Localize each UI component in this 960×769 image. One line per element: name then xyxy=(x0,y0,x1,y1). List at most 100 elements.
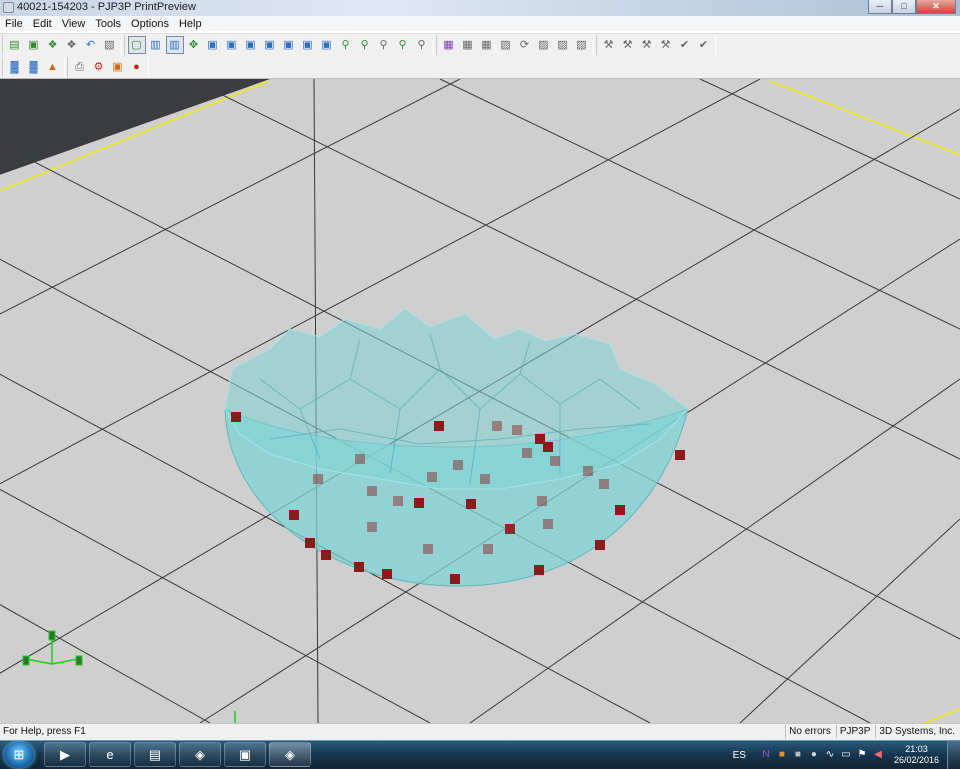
support-point[interactable] xyxy=(367,522,377,532)
action-center-icon[interactable]: ⚑ xyxy=(856,749,868,761)
support-point[interactable] xyxy=(492,421,502,431)
remove-model-button[interactable]: ❖ xyxy=(63,36,81,54)
support-point[interactable] xyxy=(599,479,609,489)
support-point[interactable] xyxy=(313,474,323,484)
support-point[interactable] xyxy=(534,565,544,575)
support-point[interactable] xyxy=(393,496,403,506)
minimize-button[interactable]: ─ xyxy=(868,0,892,14)
support-auto-button[interactable]: ⚒ xyxy=(600,36,618,54)
support-point[interactable] xyxy=(367,486,377,496)
close-button[interactable]: ✕ xyxy=(916,0,956,14)
support-line-button[interactable]: ⚒ xyxy=(657,36,675,54)
security-icon[interactable]: ■ xyxy=(792,749,804,761)
menu-help[interactable]: Help xyxy=(174,18,207,30)
support-point[interactable] xyxy=(522,448,532,458)
language-indicator[interactable]: ES xyxy=(733,750,746,761)
onenote-icon[interactable]: N xyxy=(760,749,772,761)
color-palette-button[interactable]: ▦ xyxy=(440,36,458,54)
menu-edit[interactable]: Edit xyxy=(28,18,57,30)
show-desktop-button[interactable] xyxy=(947,741,960,769)
taskbar-internet-explorer[interactable]: e xyxy=(89,742,131,767)
build-platform-scene[interactable] xyxy=(0,79,960,723)
support-edit-button[interactable]: ⚒ xyxy=(619,36,637,54)
view-front-button[interactable]: ▣ xyxy=(242,36,260,54)
support-point[interactable] xyxy=(354,562,364,572)
chat-icon[interactable]: ● xyxy=(808,749,820,761)
title-bar[interactable]: 40021-154203 - PJP3P PrintPreview ─ □ ✕ xyxy=(0,0,960,17)
support-point[interactable] xyxy=(543,519,553,529)
zoom-out-button[interactable]: ⚲ xyxy=(356,36,374,54)
view-left-button[interactable]: ▣ xyxy=(280,36,298,54)
support-point[interactable] xyxy=(450,574,460,584)
zoom-window-button[interactable]: ⚲ xyxy=(375,36,393,54)
copy-button[interactable]: ▧ xyxy=(101,36,119,54)
stop-button[interactable]: ● xyxy=(128,58,146,76)
support-point[interactable] xyxy=(466,499,476,509)
open-folder-button[interactable]: ▤ xyxy=(6,36,24,54)
clock[interactable]: 21:03 26/02/2016 xyxy=(894,744,939,766)
build-chart-button[interactable]: ▓ xyxy=(6,58,24,76)
update-icon[interactable]: ■ xyxy=(776,749,788,761)
menu-view[interactable]: View xyxy=(57,18,91,30)
add-model-button[interactable]: ❖ xyxy=(44,36,62,54)
support-point-button[interactable]: ⚒ xyxy=(638,36,656,54)
support-point[interactable] xyxy=(305,538,315,548)
menu-file[interactable]: File xyxy=(0,18,28,30)
view-shaded-button[interactable]: ▥ xyxy=(147,36,165,54)
support-point[interactable] xyxy=(453,460,463,470)
grid-button[interactable]: ▦ xyxy=(459,36,477,54)
maximize-button[interactable]: □ xyxy=(892,0,916,14)
mirror-button[interactable]: ▨ xyxy=(554,36,572,54)
move-button[interactable]: ▨ xyxy=(497,36,515,54)
menu-options[interactable]: Options xyxy=(126,18,174,30)
view-back-button[interactable]: ▣ xyxy=(261,36,279,54)
support-point[interactable] xyxy=(543,442,553,452)
zoom-in-button[interactable]: ⚲ xyxy=(337,36,355,54)
scale-button[interactable]: ▨ xyxy=(535,36,553,54)
support-point[interactable] xyxy=(615,505,625,515)
rotate-button[interactable]: ⟳ xyxy=(516,36,534,54)
view-top-button[interactable]: ▣ xyxy=(204,36,222,54)
support-point[interactable] xyxy=(675,450,685,460)
taskbar-file-explorer[interactable]: ▤ xyxy=(134,742,176,767)
layout-button[interactable]: ▦ xyxy=(478,36,496,54)
taskbar-terminal[interactable]: ▣ xyxy=(224,742,266,767)
zoom-fit-button[interactable]: ⚲ xyxy=(394,36,412,54)
view-right-button[interactable]: ▣ xyxy=(299,36,317,54)
support-point[interactable] xyxy=(483,544,493,554)
view-transparent-button[interactable]: ▥ xyxy=(165,36,184,54)
support-point[interactable] xyxy=(512,425,522,435)
support-point[interactable] xyxy=(289,510,299,520)
support-point[interactable] xyxy=(427,472,437,482)
support-delete-button[interactable]: ✔ xyxy=(695,36,713,54)
support-point[interactable] xyxy=(595,540,605,550)
printer-button[interactable]: ⎙ xyxy=(71,58,89,76)
support-point[interactable] xyxy=(414,498,424,508)
support-point[interactable] xyxy=(505,524,515,534)
support-point[interactable] xyxy=(480,474,490,484)
print-job-button[interactable]: ▣ xyxy=(109,58,127,76)
support-point[interactable] xyxy=(583,466,593,476)
network-icon[interactable]: ∿ xyxy=(824,749,836,761)
printer-settings-button[interactable]: ⚙ xyxy=(90,58,108,76)
pan-button[interactable]: ✥ xyxy=(185,36,203,54)
taskbar-media-player[interactable]: ▶ xyxy=(44,742,86,767)
view-bottom-button[interactable]: ▣ xyxy=(223,36,241,54)
support-point[interactable] xyxy=(537,496,547,506)
view-perspective-button[interactable]: ▢ xyxy=(127,36,146,54)
taskbar-app-3d[interactable]: ◈ xyxy=(179,742,221,767)
start-button[interactable]: ⊞ xyxy=(4,742,34,768)
support-point[interactable] xyxy=(355,454,365,464)
support-point[interactable] xyxy=(321,550,331,560)
build-arrange-button[interactable]: ▲ xyxy=(44,58,62,76)
taskbar-printpreview[interactable]: ◈ xyxy=(269,742,311,767)
support-check-button[interactable]: ✔ xyxy=(676,36,694,54)
3d-viewport[interactable] xyxy=(0,79,960,723)
support-point[interactable] xyxy=(434,421,444,431)
zoom-all-button[interactable]: ⚲ xyxy=(413,36,431,54)
volume-icon[interactable]: ◀ xyxy=(872,749,884,761)
menu-tools[interactable]: Tools xyxy=(90,18,126,30)
view-iso-button[interactable]: ▣ xyxy=(318,36,336,54)
support-point[interactable] xyxy=(550,456,560,466)
build-stats-button[interactable]: ▓ xyxy=(25,58,43,76)
